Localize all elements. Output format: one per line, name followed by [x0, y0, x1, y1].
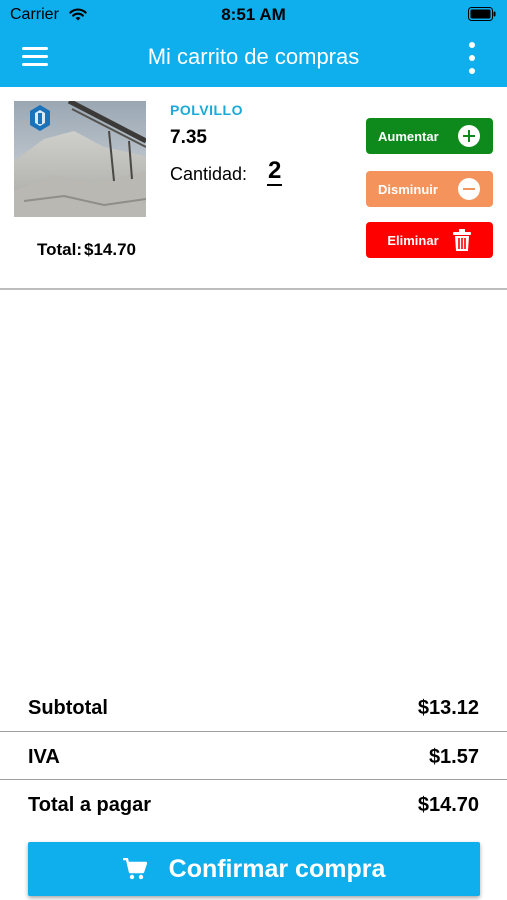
subtotal-label: Subtotal — [28, 697, 108, 719]
status-bar: Carrier 8:51 AM — [0, 0, 507, 30]
cart-icon — [122, 858, 147, 880]
decrease-button[interactable]: Disminuir — [366, 171, 493, 207]
status-time: 8:51 AM — [221, 5, 286, 24]
increase-button-label: Aumentar — [378, 128, 439, 144]
quantity-value: 2 — [267, 157, 283, 186]
iva-row: IVA $1.57 — [28, 732, 479, 780]
decrease-button-label: Disminuir — [378, 181, 438, 197]
item-total: Total: $14.70 — [14, 240, 159, 260]
cart-item: Total: $14.70 POLVILLO 7.35 Cantidad: 2 A… — [0, 87, 507, 289]
total-value: $14.70 — [417, 794, 479, 816]
iva-label: IVA — [28, 746, 60, 768]
confirm-purchase-button[interactable]: Confirmar compra — [28, 842, 480, 896]
app-bar: Mi carrito de compras — [0, 30, 507, 87]
item-total-value: $14.70 — [84, 240, 136, 259]
subtotal-value: $13.12 — [417, 697, 479, 719]
product-image — [14, 101, 146, 217]
battery-icon — [468, 7, 496, 21]
quantity-label: Cantidad: — [170, 164, 248, 184]
iva-value: $1.57 — [428, 746, 479, 768]
total-label: Total a pagar — [28, 794, 151, 816]
item-divider — [0, 288, 507, 290]
increase-button[interactable]: Aumentar — [366, 118, 493, 154]
confirm-purchase-label: Confirmar compra — [168, 854, 386, 883]
minus-circle-icon — [458, 178, 480, 200]
delete-button[interactable]: Eliminar — [366, 222, 493, 258]
product-name: POLVILLO — [170, 102, 243, 118]
item-total-label: Total: — [36, 240, 82, 259]
total-row: Total a pagar $14.70 — [28, 780, 479, 828]
delete-button-label: Eliminar — [387, 232, 439, 248]
trash-icon — [452, 229, 471, 251]
plus-circle-icon — [458, 125, 480, 147]
subtotal-row: Subtotal $13.12 — [28, 683, 479, 731]
page-title: Mi carrito de compras — [147, 44, 360, 69]
header: Carrier 8:51 AM Mi carrito de compras — [0, 0, 507, 87]
more-vertical-icon[interactable] — [467, 40, 477, 76]
product-price: 7.35 — [170, 127, 207, 148]
